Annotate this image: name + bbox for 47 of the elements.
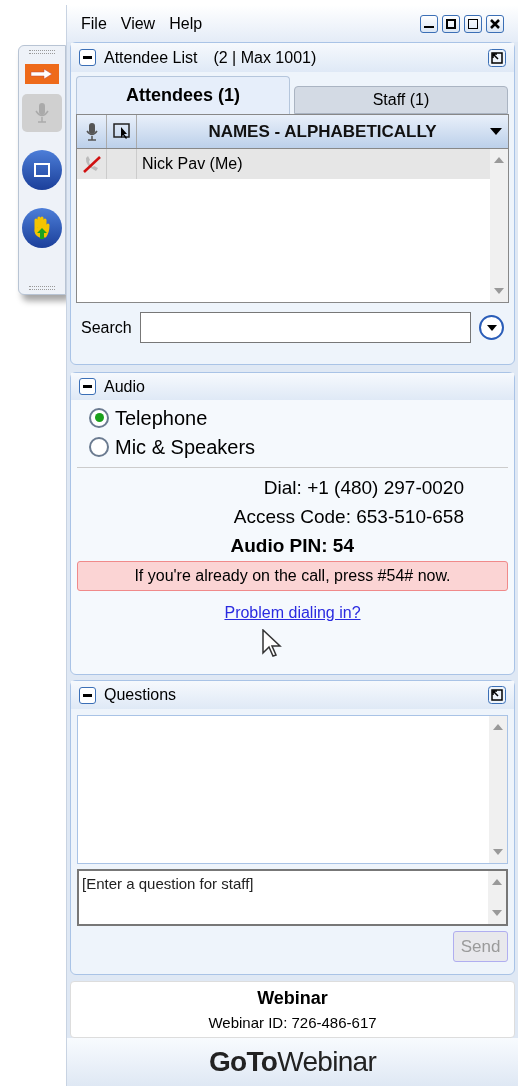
radio-option[interactable]: Mic & Speakers <box>89 432 496 461</box>
square-icon <box>34 163 50 177</box>
audio-detail: Dial: +1 (480) 297-0020 <box>263 476 464 500</box>
help-link[interactable]: Problem dialing in? <box>224 601 361 625</box>
menu-item[interactable]: File <box>81 11 107 36</box>
maximize-button[interactable] <box>442 14 460 33</box>
arrow-button[interactable] <box>25 64 59 84</box>
grip-icon <box>29 50 55 54</box>
dropdown-button[interactable] <box>479 315 504 340</box>
search-label: Search <box>81 317 132 338</box>
notice-banner: If you're already on the call, press #54# now. <box>77 561 508 591</box>
audio-detail: Audio PIN: 54 <box>230 534 354 558</box>
menu-item[interactable]: Help <box>169 11 203 36</box>
webinar-title: Webinar <box>257 986 328 1010</box>
search-field[interactable] <box>139 312 471 343</box>
collapse-button[interactable] <box>79 686 96 704</box>
caret-icon <box>486 324 497 331</box>
raise-hand-button[interactable] <box>22 208 62 248</box>
logo: GoToWebinar <box>208 1045 377 1079</box>
close-icon <box>490 18 500 29</box>
panel-title: Audio <box>104 376 145 397</box>
audio-detail: Access Code: 653-510-658 <box>233 505 464 529</box>
pop-out-icon[interactable] <box>488 686 506 704</box>
microphone-icon <box>35 102 49 124</box>
attendee-row[interactable]: Nick Pav (Me) <box>77 149 490 179</box>
attendee-name: Nick Pav (Me) <box>141 154 244 174</box>
collapse-button[interactable] <box>79 49 96 66</box>
restore-button[interactable] <box>464 14 482 33</box>
tab[interactable]: Attendees (1) <box>76 76 290 114</box>
pop-out-icon[interactable] <box>488 48 506 67</box>
screen-button[interactable] <box>22 150 62 190</box>
webinar-id: Webinar ID: 726-486-617 <box>208 1012 377 1033</box>
caret-icon <box>490 127 502 136</box>
arrow-icon <box>30 68 54 80</box>
radio-option[interactable]: Telephone <box>89 403 496 432</box>
microphone-icon <box>85 122 98 141</box>
close-button[interactable] <box>486 14 504 33</box>
phone-muted-icon <box>81 154 102 174</box>
attendee-count: (2 | Max 1001) <box>213 47 317 68</box>
screen-pointer-icon <box>112 122 131 141</box>
minimize-button[interactable] <box>420 14 438 33</box>
grip-icon <box>29 286 55 290</box>
panel-title: Questions <box>104 685 177 705</box>
panel-title: Attendee List <box>104 47 198 68</box>
tab[interactable]: Staff (1) <box>294 86 508 114</box>
collapse-button[interactable] <box>79 378 96 395</box>
menu-item[interactable]: View <box>120 11 156 36</box>
